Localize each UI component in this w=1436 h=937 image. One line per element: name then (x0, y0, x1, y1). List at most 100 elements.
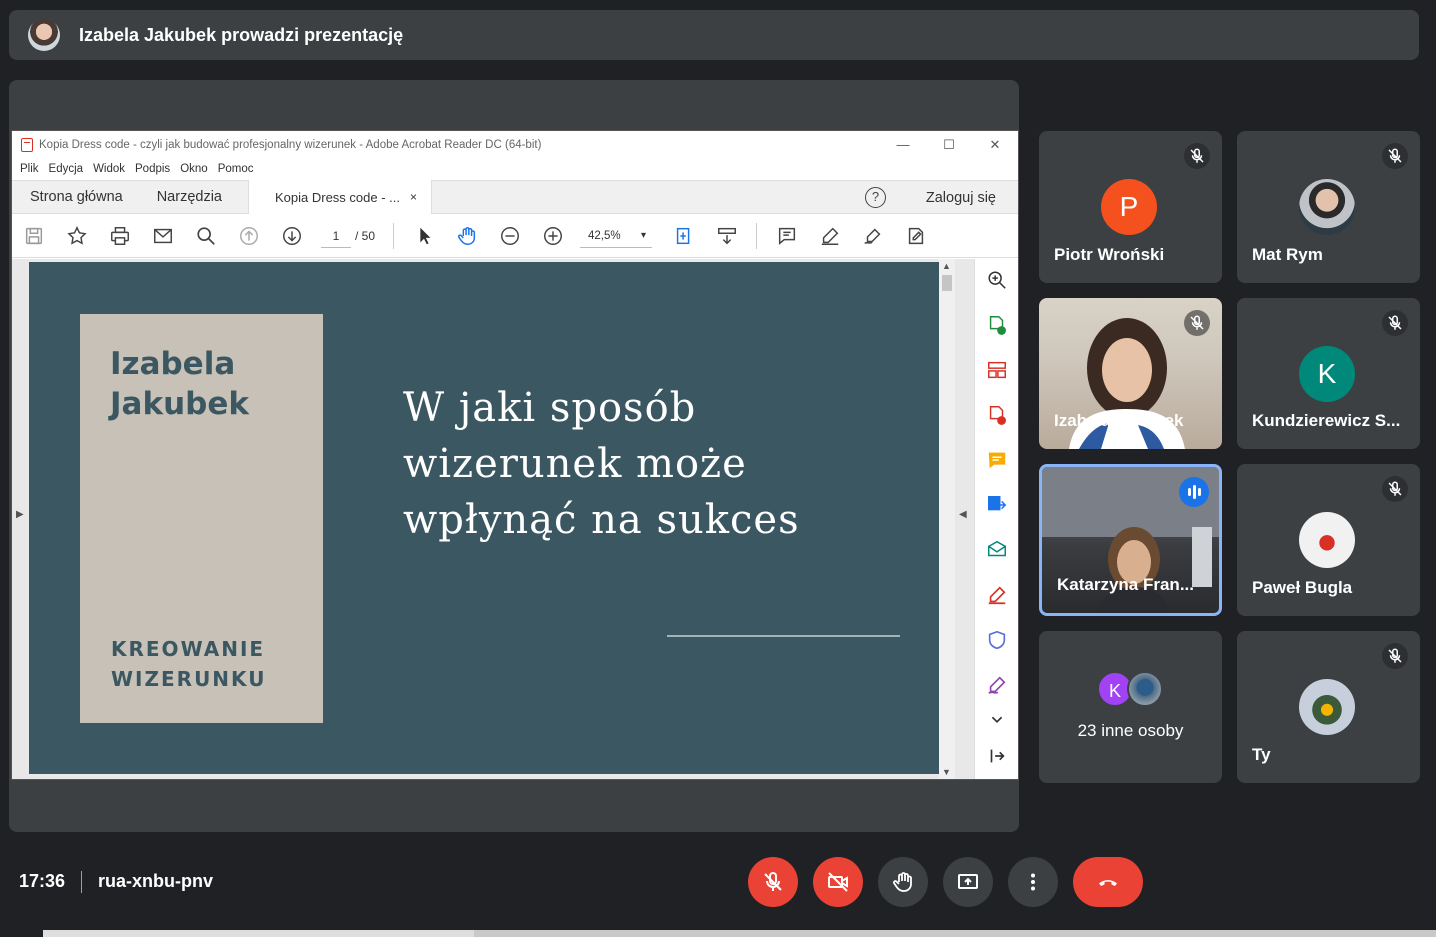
slide-author-name: Izabela Jakubek (110, 344, 249, 424)
taskbar-strip (0, 930, 1436, 937)
participant-tile[interactable]: K Kundzierewicz S... (1237, 298, 1420, 449)
scroll-up-icon[interactable]: ▲ (942, 261, 951, 271)
toolbar-separator (393, 222, 395, 249)
meeting-controls-bar: 17:36 rua-xnbu-pnv (0, 845, 1436, 925)
toggle-microphone-button[interactable] (748, 857, 798, 907)
zoom-page-icon[interactable] (986, 269, 1008, 291)
toggle-camera-button[interactable] (813, 857, 863, 907)
print-icon[interactable] (98, 214, 141, 258)
presentation-banner: Izabela Jakubek prowadzi prezentację (9, 10, 1419, 60)
bookmark-star-icon[interactable] (55, 214, 98, 258)
participant-name: Paweł Bugla (1252, 578, 1353, 597)
hand-tool-icon[interactable] (445, 214, 488, 258)
slide-heading-line3: wpłynąć na sukces (403, 497, 800, 543)
mic-off-icon (1382, 476, 1408, 502)
present-screen-button[interactable] (943, 857, 993, 907)
search-icon[interactable] (184, 214, 227, 258)
zoom-in-icon[interactable] (531, 214, 574, 258)
window-titlebar: Kopia Dress code - czyli jak budować pro… (12, 131, 1018, 158)
participant-tile[interactable]: Mat Rym (1237, 131, 1420, 283)
maximize-button[interactable]: ☐ (926, 137, 972, 153)
protect-shield-icon[interactable] (986, 629, 1008, 651)
avatar (1299, 179, 1355, 235)
zoom-level-select[interactable]: 42,5% (580, 224, 653, 248)
slide-heading: W jaki sposób wizerunek może wpłynąć na … (403, 380, 800, 548)
participant-name: Kundzierewicz S... (1252, 411, 1401, 430)
zoom-out-icon[interactable] (488, 214, 531, 258)
document-viewer[interactable]: ▶ Izabela Jakubek KREOWANIE WIZERUNKU W … (12, 259, 1018, 779)
fit-page-icon[interactable] (662, 214, 705, 258)
presenter-avatar (28, 19, 60, 51)
participant-video-tile-speaking[interactable]: Katarzyna Fran... (1039, 464, 1222, 616)
slide-subtitle: KREOWANIE WIZERUNKU (111, 634, 266, 694)
send-for-review-icon[interactable] (986, 539, 1008, 561)
collapse-left-panel-icon[interactable]: ▶ (16, 509, 24, 520)
fill-sign-tool-icon[interactable] (986, 674, 1008, 696)
tools-pane (974, 259, 1018, 779)
self-tile[interactable]: Ty (1237, 631, 1420, 783)
mic-off-icon (1382, 310, 1408, 336)
email-icon[interactable] (141, 214, 184, 258)
fill-sign-icon[interactable] (894, 214, 937, 258)
collapse-right-panel-icon[interactable]: ◀ (959, 509, 967, 520)
participant-name: Izabela Jakubek (1054, 411, 1184, 430)
menu-widok[interactable]: Widok (93, 163, 125, 175)
acrobat-toolbar: 1 / 50 42,5% (12, 214, 1018, 258)
page-number-input[interactable]: 1 (321, 224, 351, 248)
page-total: / 50 (355, 228, 376, 243)
edit-pdf-icon[interactable] (986, 584, 1008, 606)
hand-icon (893, 872, 912, 892)
menu-bar: Plik Edycja Widok Podpis Okno Pomoc (12, 158, 1018, 180)
highlight-pen-icon[interactable] (808, 214, 851, 258)
create-pdf-icon[interactable] (986, 314, 1008, 336)
tab-tools[interactable]: Narzędzia (139, 189, 240, 205)
presentation-stage: Kopia Dress code - czyli jak budować pro… (9, 80, 1019, 832)
tab-close-icon[interactable]: × (410, 190, 417, 204)
other-participants-tile[interactable]: K 23 inne osoby (1039, 631, 1222, 783)
tab-document[interactable]: Kopia Dress code - ... × (247, 180, 432, 214)
scroll-mode-icon[interactable] (705, 214, 748, 258)
tab-document-label: Kopia Dress code - ... (274, 189, 400, 205)
menu-edycja[interactable]: Edycja (49, 163, 84, 175)
leave-call-button[interactable] (1073, 857, 1143, 907)
hang-up-icon (1099, 880, 1117, 886)
participant-tile[interactable]: Paweł Bugla (1237, 464, 1420, 616)
combine-files-icon[interactable] (986, 404, 1008, 426)
comment-icon[interactable] (765, 214, 808, 258)
raise-hand-button[interactable] (878, 857, 928, 907)
participant-tile[interactable]: P Piotr Wroński (1039, 131, 1222, 283)
export-pdf-icon[interactable] (986, 494, 1008, 516)
participant-name: Piotr Wroński (1054, 245, 1165, 264)
slide-author-last-name: Jakubek (110, 386, 249, 422)
organize-pages-icon[interactable] (986, 359, 1008, 381)
scroll-down-icon[interactable]: ▼ (942, 767, 951, 777)
participant-name: Mat Rym (1252, 245, 1323, 264)
participant-video-tile[interactable]: Izabela Jakubek (1039, 298, 1222, 449)
help-icon[interactable]: ? (865, 187, 886, 208)
sign-icon[interactable] (851, 214, 894, 258)
page-up-icon[interactable] (227, 214, 270, 258)
menu-plik[interactable]: Plik (20, 163, 39, 175)
slide-page: Izabela Jakubek KREOWANIE WIZERUNKU W ja… (29, 262, 939, 774)
menu-podpis[interactable]: Podpis (135, 163, 170, 175)
select-cursor-icon[interactable] (402, 214, 445, 258)
more-vertical-icon (1031, 873, 1035, 891)
comment-tool-icon[interactable] (986, 449, 1008, 471)
mic-off-icon (1184, 143, 1210, 169)
menu-pomoc[interactable]: Pomoc (218, 163, 254, 175)
close-window-button[interactable]: ✕ (972, 137, 1018, 153)
meeting-code[interactable]: rua-xnbu-pnv (98, 871, 213, 892)
other-participants-avatars: K (1097, 671, 1169, 711)
login-button[interactable]: Zaloguj się (926, 190, 996, 206)
participant-name: Ty (1252, 745, 1271, 764)
vertical-scrollbar[interactable]: ▲ ▼ (939, 259, 955, 779)
expand-pane-icon[interactable] (986, 745, 1008, 767)
more-options-button[interactable] (1008, 857, 1058, 907)
more-tools-chevron-down-icon[interactable] (986, 709, 1008, 731)
page-down-icon[interactable] (270, 214, 313, 258)
menu-okno[interactable]: Okno (180, 163, 208, 175)
minimize-button[interactable]: — (880, 137, 926, 153)
tab-home[interactable]: Strona główna (12, 189, 139, 205)
scrollbar-thumb[interactable] (942, 275, 952, 291)
save-icon[interactable] (12, 214, 55, 258)
